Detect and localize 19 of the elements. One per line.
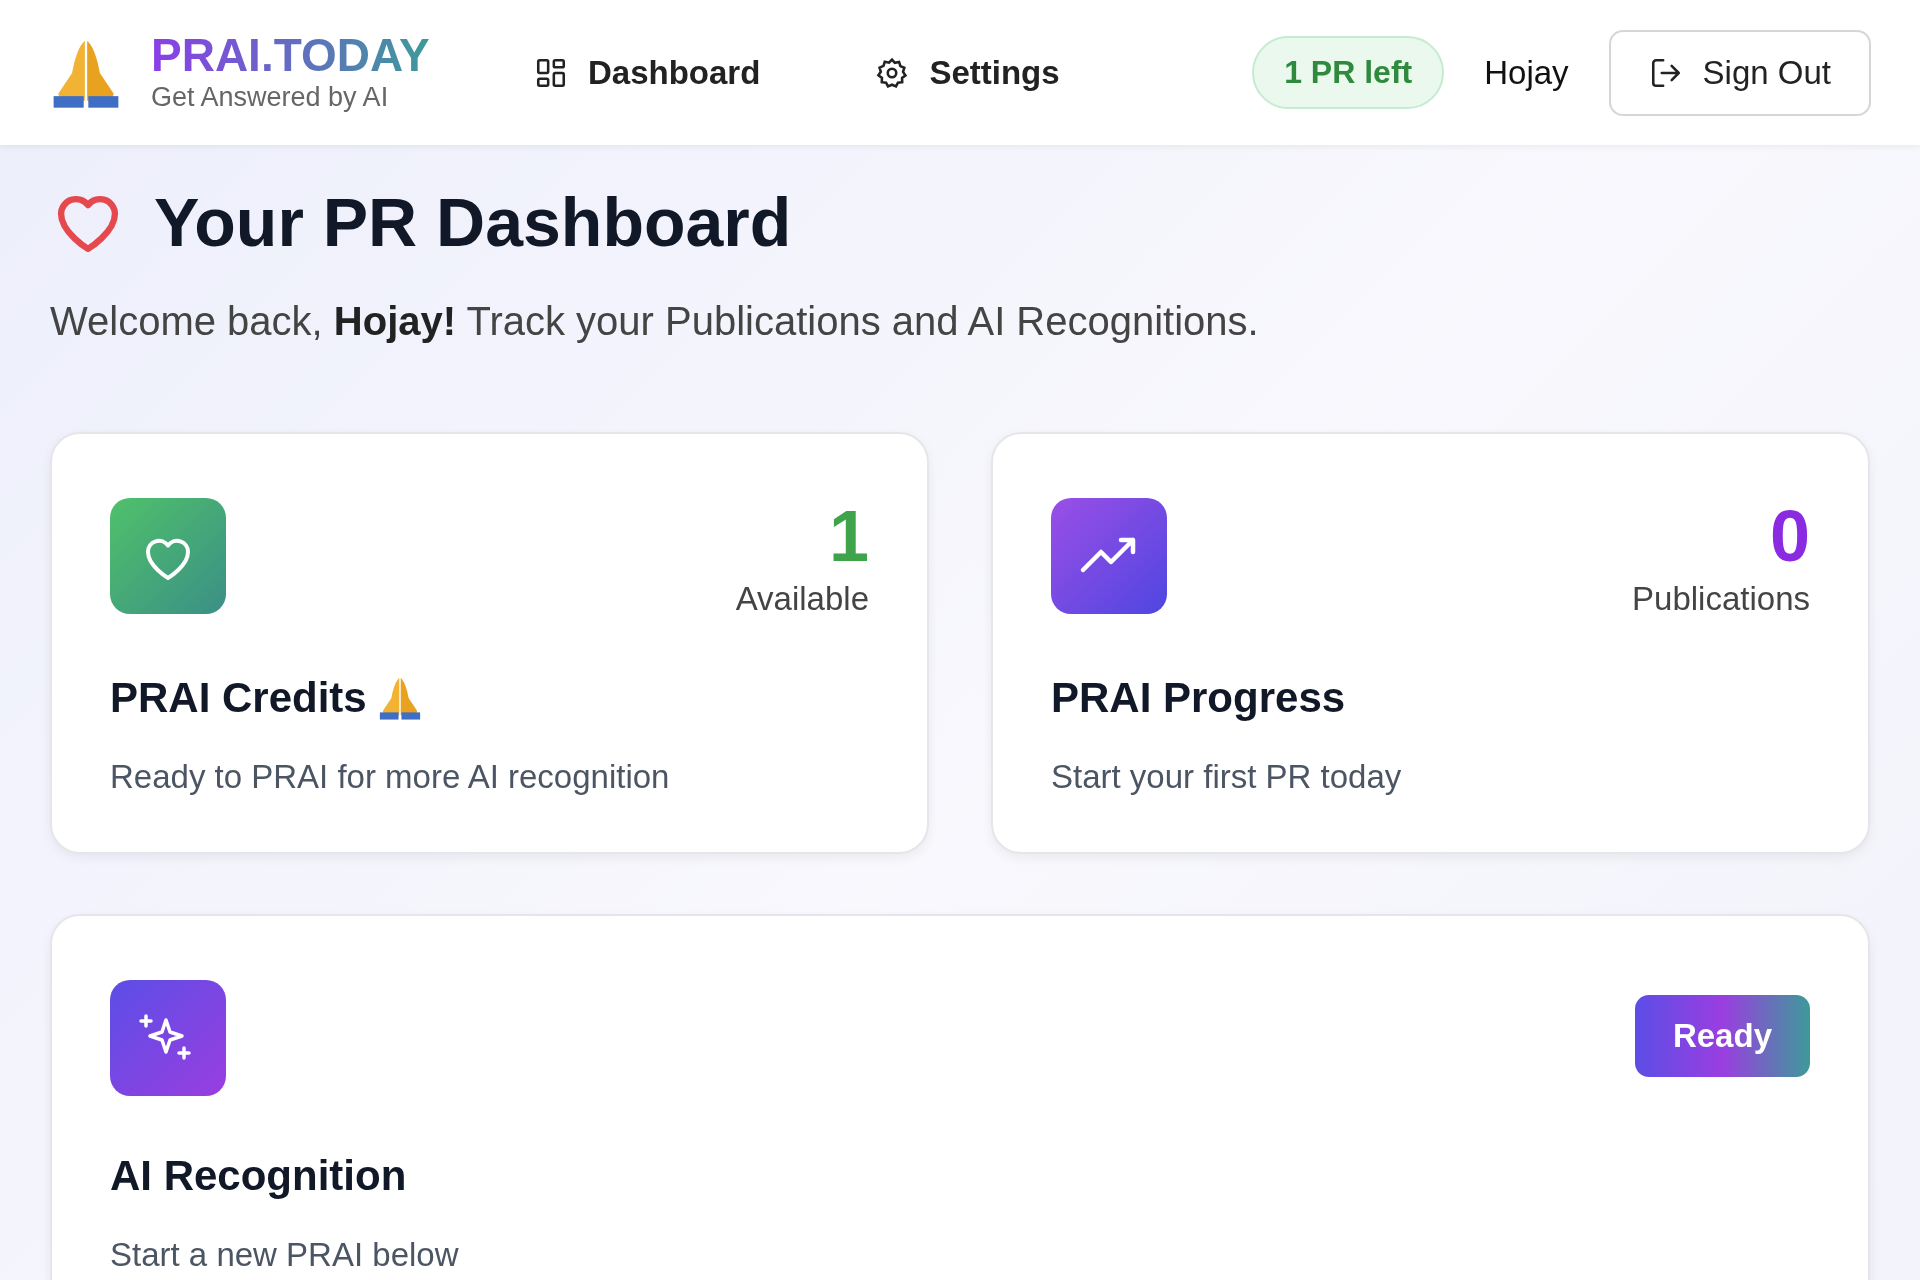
- nav-link[interactable]: Settings: [875, 53, 1060, 92]
- nav-link[interactable]: Dashboard: [534, 53, 761, 92]
- status-badge: Ready: [1634, 995, 1810, 1077]
- page-title: Your PR Dashboard: [154, 183, 792, 261]
- stat-caption: Publications: [1632, 580, 1810, 618]
- card-description: Start your first PR today: [1051, 758, 1403, 796]
- welcome-text: Welcome back, Hojay! Track your Publications and AI Recognitions.: [50, 299, 1260, 344]
- user-name: Hojay: [1484, 53, 1569, 92]
- brand-tagline: Get Answered by AI: [151, 82, 390, 113]
- stat-caption: Available: [735, 580, 869, 618]
- card-title: PRAI Progress: [1051, 674, 1346, 722]
- sign-out-button[interactable]: Sign Out: [1608, 29, 1871, 116]
- card-title: PRAI Credits: [110, 674, 367, 722]
- card-description: Start a new PRAI below: [110, 1236, 460, 1274]
- card-description: Ready to PRAI for more AI recognition: [110, 758, 671, 796]
- credits-badge: 1 PR left: [1252, 36, 1445, 109]
- stat-value: 0: [1769, 500, 1810, 572]
- stat-value: 1: [828, 500, 869, 572]
- card-title: AI Recognition: [110, 1152, 407, 1200]
